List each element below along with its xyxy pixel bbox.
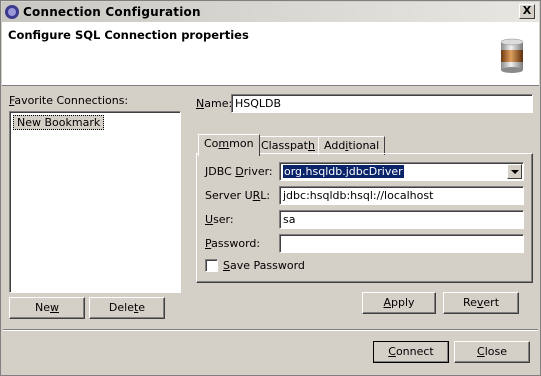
- jdbc-driver-label: JDBC Driver:: [205, 165, 273, 178]
- server-url-label: Server URL:: [205, 189, 271, 202]
- close-button[interactable]: Close: [454, 341, 530, 363]
- jdbc-driver-value: org.hsqldb.jdbcDriver: [283, 165, 404, 178]
- tab-common[interactable]: Common: [198, 134, 260, 156]
- user-field[interactable]: sa: [279, 210, 524, 229]
- server-url-field[interactable]: jdbc:hsqldb:hsql://localhost: [279, 186, 524, 205]
- save-password-label: Save Password: [223, 259, 305, 272]
- dialog-window: Connection Configuration X Configure SQL…: [0, 0, 541, 376]
- save-password-checkbox[interactable]: [205, 259, 218, 272]
- revert-button[interactable]: Revert: [443, 292, 519, 314]
- footer-separator: [3, 329, 538, 331]
- apply-button[interactable]: Apply: [362, 292, 436, 314]
- banner-title: Configure SQL Connection properties: [8, 28, 249, 42]
- favorites-list[interactable]: New Bookmark: [9, 111, 181, 293]
- close-window-button[interactable]: X: [519, 4, 535, 19]
- name-field[interactable]: HSQLDB: [231, 94, 533, 113]
- new-button[interactable]: New: [9, 297, 85, 319]
- password-field[interactable]: [279, 234, 524, 253]
- chevron-down-icon[interactable]: [507, 164, 522, 179]
- jdbc-driver-select[interactable]: org.hsqldb.jdbcDriver: [279, 162, 524, 181]
- common-tab-panel: JDBC Driver: org.hsqldb.jdbcDriver Serve…: [196, 153, 533, 283]
- user-label: User:: [205, 213, 234, 226]
- window-title: Connection Configuration: [23, 5, 201, 19]
- list-item[interactable]: New Bookmark: [13, 115, 105, 130]
- name-label: Name:: [196, 97, 233, 110]
- database-icon: [500, 38, 524, 73]
- password-label: Password:: [205, 237, 261, 250]
- delete-button[interactable]: Delete: [89, 297, 165, 319]
- title-bar[interactable]: Connection Configuration X: [2, 2, 539, 22]
- connect-button[interactable]: Connect: [373, 341, 449, 363]
- header-banner: Configure SQL Connection properties: [2, 22, 539, 86]
- eclipse-icon: [5, 5, 19, 19]
- favorites-label: Favorite Connections:: [9, 94, 129, 107]
